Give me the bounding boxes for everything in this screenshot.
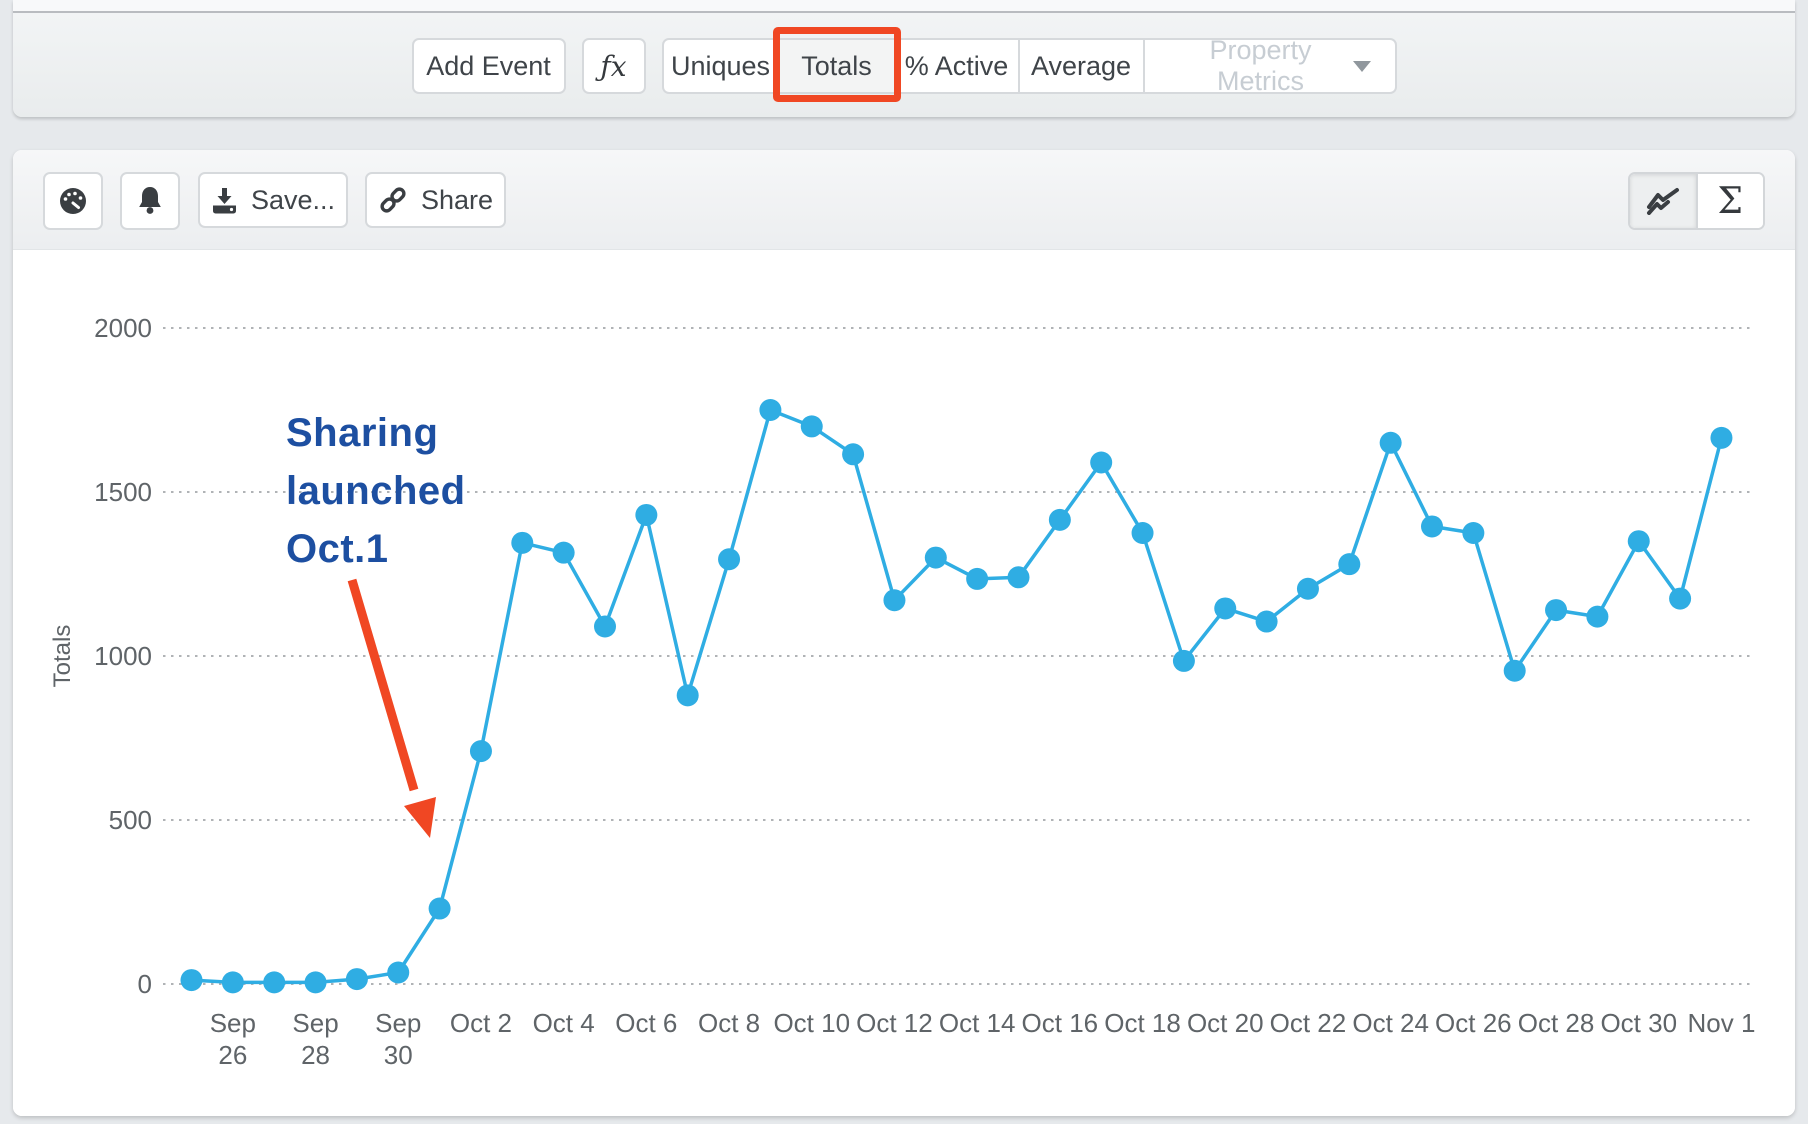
chart-point-oct-13[interactable] (925, 547, 947, 569)
fx-label: ƒx (600, 50, 626, 83)
chart-point-oct-16[interactable] (1049, 509, 1071, 531)
chart-point-oct-27[interactable] (1504, 660, 1526, 682)
chart-point-sep-30[interactable] (387, 962, 409, 984)
chart-point-oct-14[interactable] (966, 568, 988, 590)
top-toolbar-panel: Add Event ƒx Uniques Totals % Active Ave… (13, 0, 1795, 117)
chart-point-oct-24[interactable] (1380, 432, 1402, 454)
chart-point-oct-30[interactable] (1628, 530, 1650, 552)
tab-totals-label: Totals (801, 51, 872, 82)
annotation-line: Oct.1 (286, 520, 466, 578)
tab-percent-active[interactable]: % Active (894, 38, 1020, 94)
annotation-line: Sharing (286, 404, 466, 462)
chart-point-oct-20[interactable] (1214, 597, 1236, 619)
chart-point-sep-29[interactable] (346, 968, 368, 990)
chart-point-sep-28[interactable] (305, 971, 327, 993)
fx-button[interactable]: ƒx (582, 38, 646, 94)
chart-point-sep-25[interactable] (181, 969, 203, 991)
metric-toolbar: Add Event ƒx Uniques Totals % Active Ave… (13, 15, 1795, 117)
chart-point-sep-27[interactable] (263, 971, 285, 993)
chart-point-oct-22[interactable] (1297, 578, 1319, 600)
chart-point-oct-7[interactable] (677, 684, 699, 706)
line-chart-toggle-button[interactable] (1630, 174, 1696, 228)
download-icon (211, 187, 238, 214)
property-metrics-dropdown[interactable]: Property Metrics (1143, 38, 1397, 94)
chart-point-oct-19[interactable] (1173, 650, 1195, 672)
chart-point-oct-1[interactable] (429, 898, 451, 920)
chart-point-oct-3[interactable] (511, 532, 533, 554)
chart-point-oct-23[interactable] (1338, 553, 1360, 575)
page: Add Event ƒx Uniques Totals % Active Ave… (0, 0, 1808, 1124)
gauge-icon (57, 186, 89, 216)
chart-point-oct-15[interactable] (1008, 566, 1030, 588)
chart-point-oct-29[interactable] (1586, 606, 1608, 628)
chart-point-oct-10[interactable] (801, 415, 823, 437)
annotation-line: launched (286, 462, 466, 520)
share-button-label: Share (421, 185, 493, 216)
chart-point-oct-2[interactable] (470, 740, 492, 762)
top-strip (13, 0, 1795, 13)
chart-point-oct-5[interactable] (594, 615, 616, 637)
dashboard-gauge-button[interactable] (43, 172, 103, 230)
chart-point-oct-4[interactable] (553, 542, 575, 564)
add-event-button[interactable]: Add Event (412, 38, 566, 94)
chart-point-oct-28[interactable] (1545, 599, 1567, 621)
bell-icon (136, 186, 164, 216)
chart-point-sep-26[interactable] (222, 971, 244, 993)
chart-point-oct-31[interactable] (1669, 588, 1691, 610)
chart-point-oct-18[interactable] (1132, 522, 1154, 544)
tab-uniques[interactable]: Uniques (662, 38, 780, 94)
chart-point-oct-8[interactable] (718, 548, 740, 570)
save-button-label: Save... (251, 185, 335, 216)
annotation-text: Sharing launched Oct.1 (286, 404, 466, 578)
metric-segmented-control: Uniques Totals % Active Average Property… (662, 38, 1397, 94)
save-button[interactable]: Save... (198, 172, 348, 228)
alerts-bell-button[interactable] (120, 172, 180, 230)
tab-totals[interactable]: Totals (778, 38, 896, 94)
chevron-down-icon (1353, 61, 1371, 72)
chart-toolbar: Save... Share (13, 150, 1795, 250)
chart-type-toggle: Σ (1628, 172, 1765, 230)
link-icon (378, 185, 408, 215)
sigma-icon: Σ (1718, 181, 1743, 222)
chart-panel: Save... Share (13, 150, 1795, 1116)
chart-point-oct-9[interactable] (759, 399, 781, 421)
sigma-toggle-button[interactable]: Σ (1696, 174, 1764, 228)
chart-point-oct-11[interactable] (842, 443, 864, 465)
chart-point-oct-12[interactable] (883, 589, 905, 611)
line-chart-icon (1645, 187, 1681, 215)
property-metrics-label: Property Metrics (1169, 35, 1353, 97)
chart-point-oct-26[interactable] (1462, 522, 1484, 544)
chart-point-oct-25[interactable] (1421, 515, 1443, 537)
chart-point-oct-17[interactable] (1090, 451, 1112, 473)
chart-point-oct-21[interactable] (1256, 611, 1278, 633)
tab-average[interactable]: Average (1018, 38, 1145, 94)
chart-point-nov-1[interactable] (1710, 427, 1732, 449)
chart-point-oct-6[interactable] (635, 504, 657, 526)
share-button[interactable]: Share (365, 172, 506, 228)
